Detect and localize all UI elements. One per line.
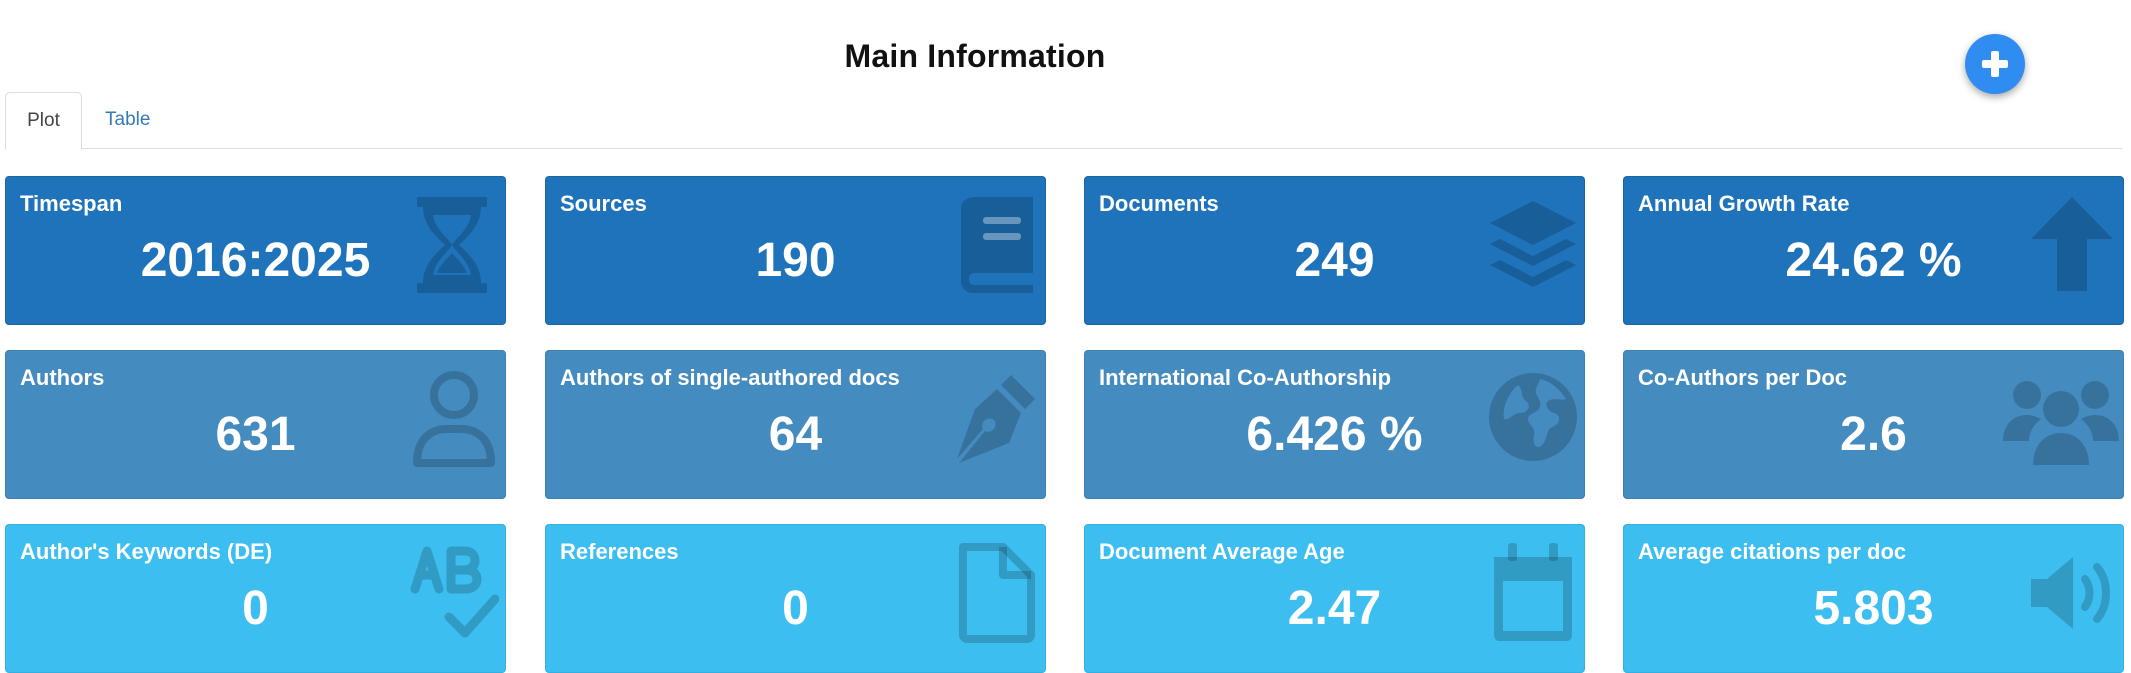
hourglass-icon: [409, 195, 499, 295]
card-average-citations-per-doc: Average citations per doc 5.803: [1623, 524, 2124, 673]
card-label: Timespan: [20, 191, 123, 216]
card-label: Average citations per doc: [1638, 539, 1907, 564]
card-sources: Sources 190: [545, 176, 1046, 325]
card-label: Document Average Age: [1099, 539, 1345, 564]
card-label: Documents: [1099, 191, 1219, 216]
card-label: Authors of single-authored docs: [560, 365, 900, 390]
add-button[interactable]: [1965, 34, 2025, 94]
tab-table[interactable]: Table: [105, 92, 150, 148]
card-label: International Co-Authorship: [1099, 365, 1392, 390]
file-icon: [949, 543, 1039, 643]
plus-icon: [1982, 51, 2008, 77]
globe-icon: [1488, 369, 1578, 469]
volume-icon: [2027, 543, 2117, 643]
users-icon: [2001, 369, 2121, 469]
card-annual-growth-rate: Annual Growth Rate 24.62 %: [1623, 176, 2124, 325]
card-label: References: [560, 539, 679, 564]
card-label: Sources: [560, 191, 647, 216]
card-documents: Documents 249: [1084, 176, 1585, 325]
tab-plot[interactable]: Plot: [5, 92, 82, 150]
card-label: Annual Growth Rate: [1638, 191, 1850, 216]
book-icon: [949, 195, 1039, 295]
card-label: Author's Keywords (DE): [20, 539, 273, 564]
card-label: Co-Authors per Doc: [1638, 365, 1847, 390]
calendar-icon: [1488, 543, 1578, 643]
card-authors-keywords: Author's Keywords (DE) 0: [5, 524, 506, 673]
card-timespan: Timespan 2016:2025: [5, 176, 506, 325]
card-authors: Authors 631: [5, 350, 506, 499]
layers-icon: [1488, 195, 1578, 295]
card-references: References 0: [545, 524, 1046, 673]
arrow-up-icon: [2027, 195, 2117, 295]
tab-bar: Plot Table: [5, 92, 2122, 150]
card-international-co-authorship: International Co-Authorship 6.426 %: [1084, 350, 1585, 499]
user-icon: [409, 369, 499, 469]
card-single-authored-docs: Authors of single-authored docs 64: [545, 350, 1046, 499]
card-document-average-age: Document Average Age 2.47: [1084, 524, 1585, 673]
card-co-authors-per-doc: Co-Authors per Doc 2.6: [1623, 350, 2124, 499]
page-title: Main Information: [844, 38, 1106, 74]
spell-check-icon: [409, 543, 499, 643]
pen-nib-icon: [949, 369, 1039, 469]
card-label: Authors: [20, 365, 105, 390]
